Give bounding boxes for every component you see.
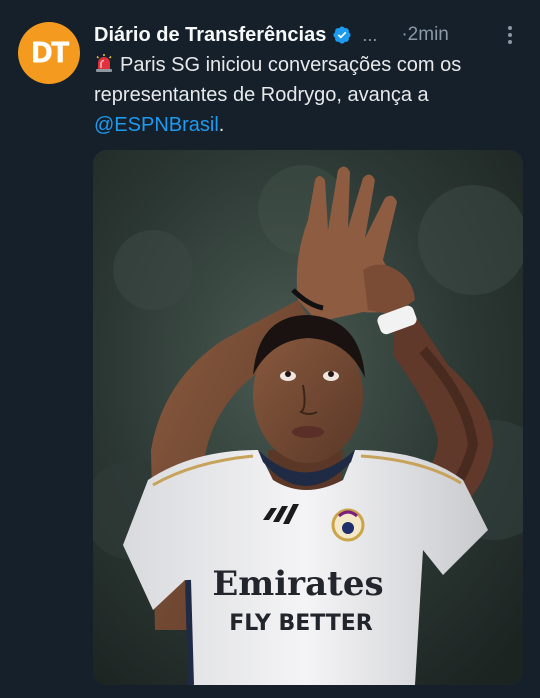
display-name[interactable]: Diário de Transferências xyxy=(94,24,326,47)
avatar-logo: DT xyxy=(30,36,70,70)
tweet-text-end: . xyxy=(218,114,225,136)
avatar[interactable]: DT xyxy=(18,22,80,84)
tweet-photo[interactable]: Emirates FLY BETTER xyxy=(93,150,523,685)
shirt-sponsor-line1: Emirates xyxy=(212,564,383,604)
verified-badge-icon xyxy=(332,25,352,45)
more-options-icon[interactable] xyxy=(498,22,522,48)
tweet-header: Diário de Transferências ... ·2min xyxy=(94,18,522,52)
siren-emoji-icon xyxy=(94,52,114,72)
shirt-sponsor-line2: FLY BETTER xyxy=(229,611,373,636)
tweet-card[interactable]: DT Diário de Transferências ... ·2min Pa… xyxy=(0,0,540,698)
tweet-text-main: Paris SG iniciou conversações com os rep… xyxy=(94,54,462,106)
tweet-text: Paris SG iniciou conversações com os rep… xyxy=(94,50,524,140)
handle[interactable]: ... xyxy=(362,25,377,46)
mention-link[interactable]: @ESPNBrasil xyxy=(94,114,219,136)
timestamp[interactable]: ·2min xyxy=(401,24,449,46)
player-photo: Emirates FLY BETTER xyxy=(93,150,523,685)
